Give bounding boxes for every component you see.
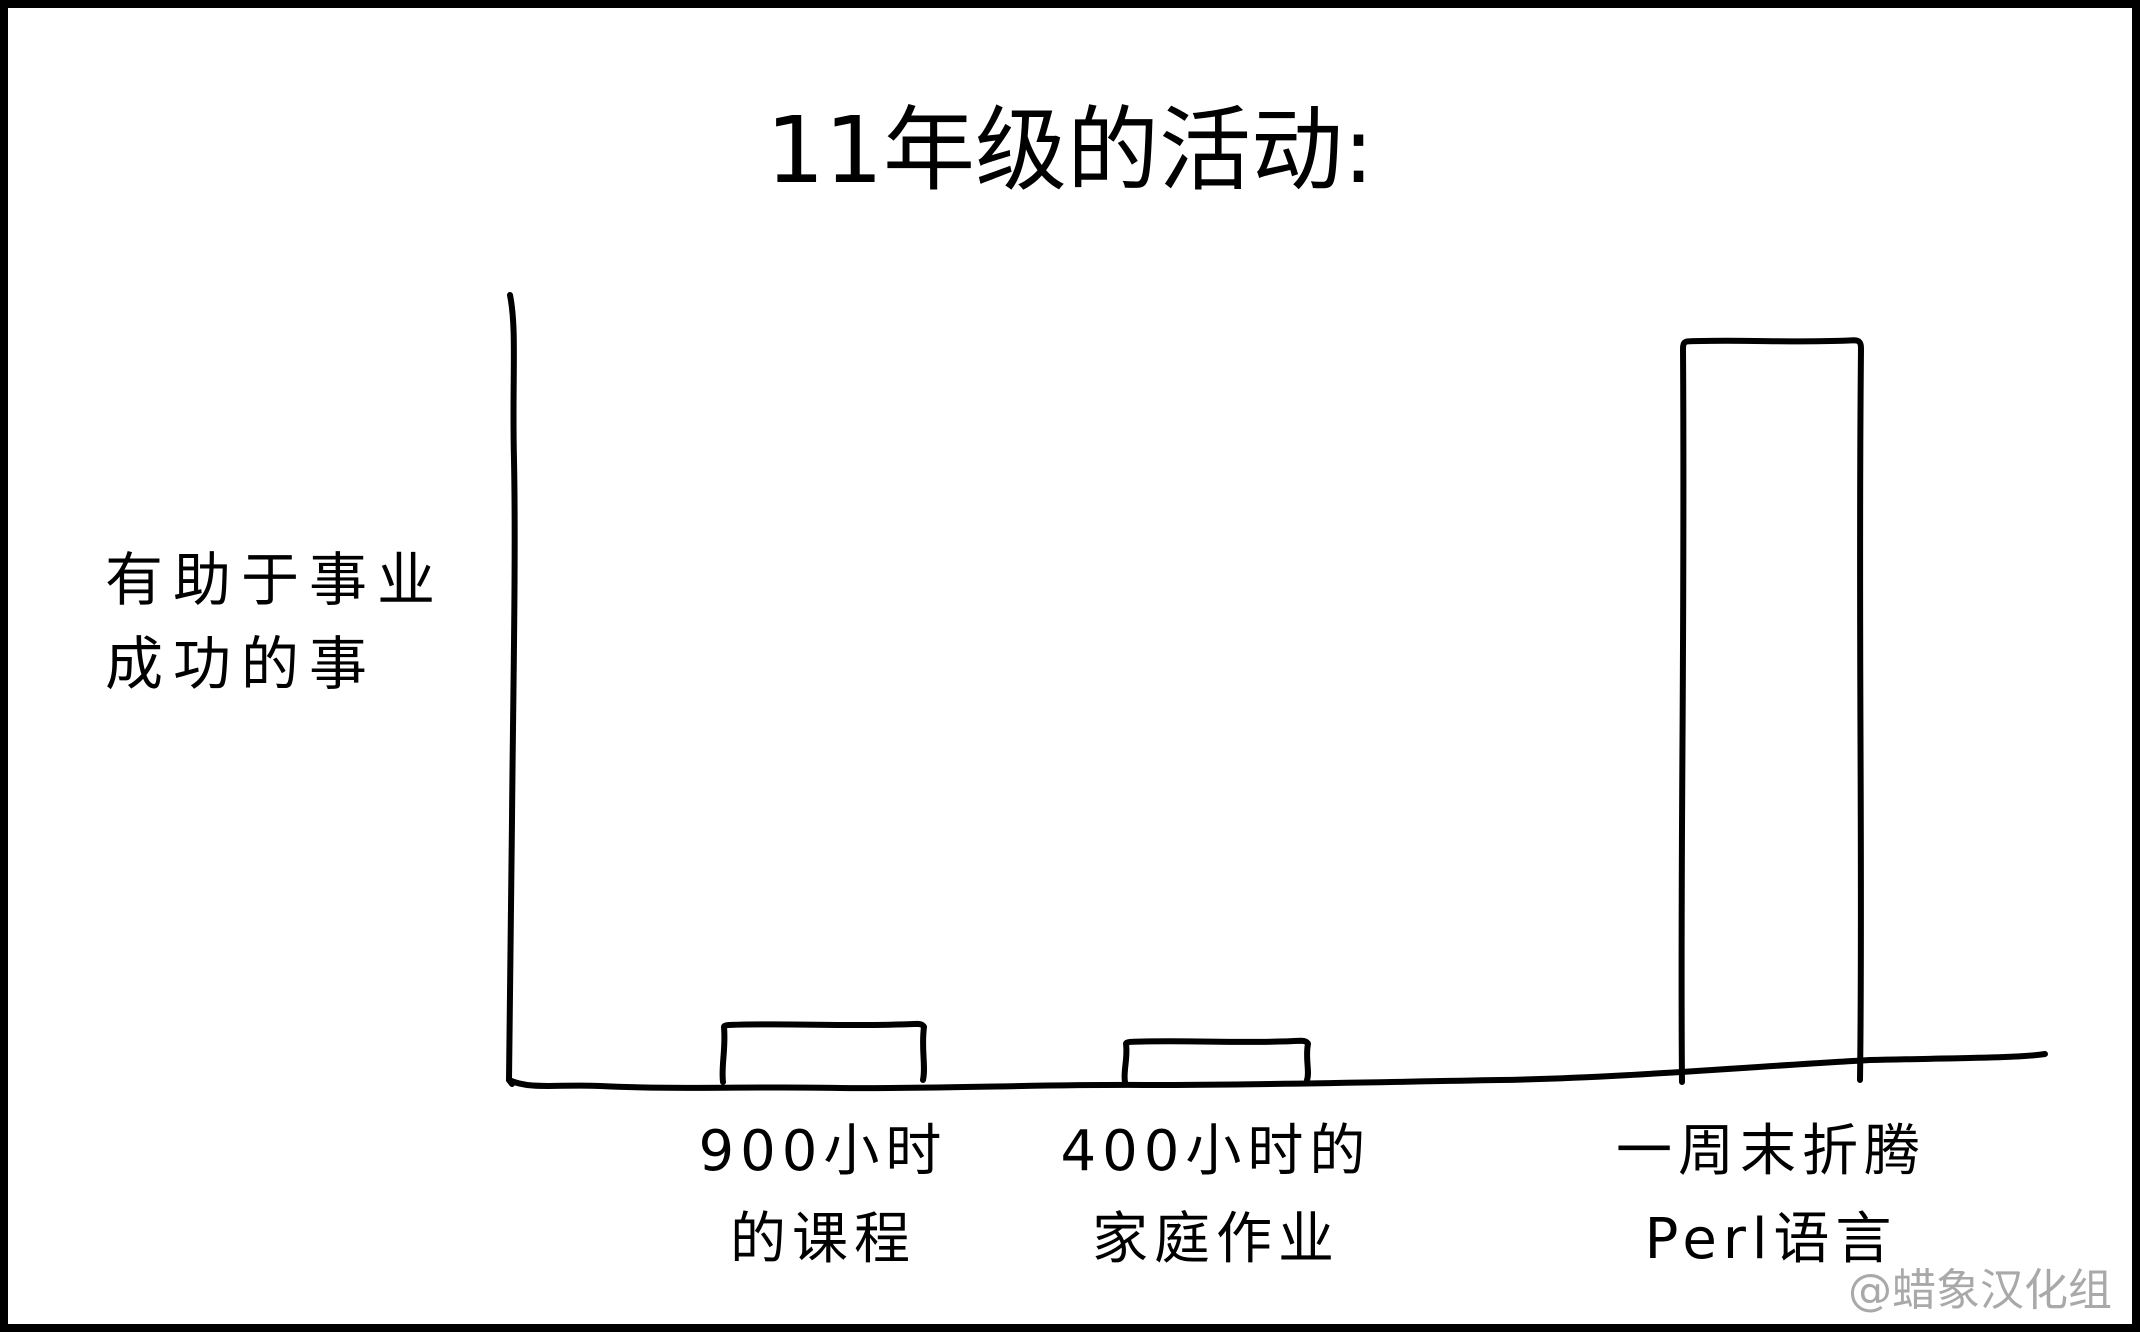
x-tick-label: 的课程 bbox=[730, 1207, 916, 1272]
bar bbox=[1121, 1037, 1311, 1085]
y-axis-label-line: 有助于事业 bbox=[105, 546, 445, 614]
bars-group bbox=[719, 337, 1864, 1085]
y-axis-line bbox=[506, 292, 518, 1087]
x-tick-labels: 900小时的课程400小时的家庭作业一周末折腾Perl语言 bbox=[699, 1119, 1926, 1272]
bar-chart: 11年级的活动: 有助于事业成功的事 900小时的课程 400小时的家庭作业 一周末… bbox=[105, 97, 2048, 1272]
x-tick-label: 家庭作业 bbox=[1092, 1207, 1340, 1272]
x-tick-label: 一周末折腾 bbox=[1616, 1119, 1926, 1184]
x-axis-line bbox=[506, 1051, 2048, 1092]
bar bbox=[719, 1020, 927, 1085]
chart-title: 11年级的活动: bbox=[766, 97, 1374, 204]
bar bbox=[1678, 337, 1864, 1085]
x-tick-label: 400小时的 bbox=[1061, 1119, 1372, 1184]
y-axis-label-line: 成功的事 bbox=[105, 630, 377, 698]
credit-watermark: @蜡象汉化组 bbox=[1848, 1265, 2112, 1316]
y-axis-label: 有助于事业成功的事 bbox=[105, 546, 445, 698]
x-tick-label: 900小时 bbox=[699, 1119, 948, 1184]
